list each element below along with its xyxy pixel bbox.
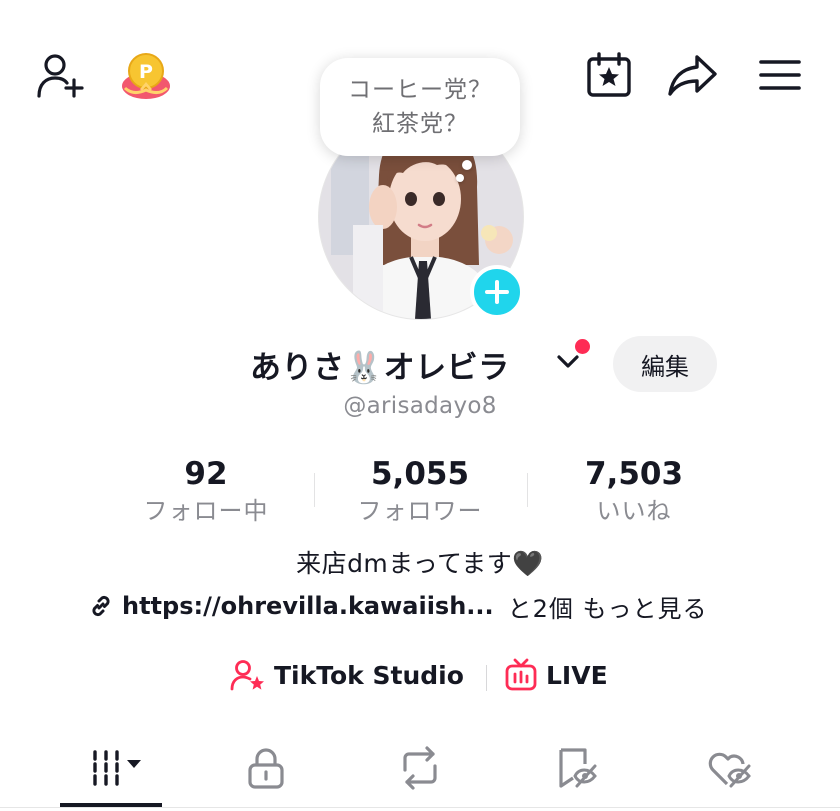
bio-link[interactable]: https://ohrevilla.kawaiish... xyxy=(122,592,494,620)
points-button[interactable]: P xyxy=(118,50,174,102)
tools-divider xyxy=(486,665,487,691)
note-line-2: 紅茶党？ xyxy=(372,111,468,137)
tab-private[interactable] xyxy=(226,738,306,798)
add-avatar-button[interactable] xyxy=(470,265,524,319)
note-line-1: コーヒー党？ xyxy=(348,77,492,103)
chevron-down-icon[interactable] xyxy=(556,352,580,370)
stat-divider xyxy=(314,473,315,507)
points-coin-icon: P xyxy=(122,53,170,99)
followers-count: 5,055 xyxy=(370,456,470,492)
stat-divider xyxy=(527,473,528,507)
likes-label: いいね xyxy=(596,497,672,525)
followers-label: フォロワー xyxy=(357,497,483,525)
tab-bar-divider xyxy=(0,807,840,808)
add-friend-icon xyxy=(37,54,84,98)
plus-icon xyxy=(485,280,509,304)
username-handle: @arisadayo8 xyxy=(343,393,497,419)
creator-tools-row: TikTok Studio LIVE xyxy=(0,654,840,700)
notification-dot xyxy=(575,339,590,354)
see-more-link[interactable]: と2個 もっと見る xyxy=(508,589,708,624)
menu-button[interactable] xyxy=(756,54,804,96)
name-row: ありさ🐰オレビラ 編集 xyxy=(0,336,840,392)
live-button[interactable]: LIVE xyxy=(504,658,608,692)
repost-icon xyxy=(403,746,437,790)
tab-liked[interactable] xyxy=(690,738,770,798)
following-stat[interactable]: 92 フォロー中 xyxy=(126,455,286,529)
svg-text:P: P xyxy=(139,61,153,83)
bio-link-row[interactable]: https://ohrevilla.kawaiish... と2個 もっと見る xyxy=(88,588,708,624)
edit-profile-button[interactable]: 編集 xyxy=(613,336,717,392)
likes-stat[interactable]: 7,503 いいね xyxy=(554,455,714,529)
tab-favorites[interactable] xyxy=(536,738,616,798)
display-name[interactable]: ありさ🐰オレビラ xyxy=(250,342,510,387)
studio-user-star-icon xyxy=(230,660,264,691)
share-icon xyxy=(668,55,717,96)
bubble-tail-dot xyxy=(456,174,464,182)
videos-grid-icon xyxy=(93,750,141,786)
tab-videos[interactable] xyxy=(62,738,162,798)
menu-icon xyxy=(759,60,801,90)
link-icon xyxy=(92,595,110,617)
tiktok-studio-button[interactable]: TikTok Studio xyxy=(230,658,464,692)
profile-page: P コーヒー党？ 紅茶党？ ありさ🐰オレビラ 編集 @arisadayo8 92… xyxy=(0,0,840,811)
share-button[interactable] xyxy=(666,50,720,100)
favorites-icon xyxy=(559,748,597,788)
liked-icon xyxy=(708,752,751,788)
live-label: LIVE xyxy=(546,660,608,690)
tab-reposts[interactable] xyxy=(380,738,460,798)
lock-icon xyxy=(248,748,284,789)
calendar-star-icon xyxy=(587,52,631,97)
following-label: フォロー中 xyxy=(143,497,269,525)
likes-count: 7,503 xyxy=(584,456,684,492)
tiktok-studio-label: TikTok Studio xyxy=(274,660,464,690)
bubble-tail-dot xyxy=(462,160,472,170)
add-friend-button[interactable] xyxy=(34,50,88,100)
note-bubble[interactable]: コーヒー党？ 紅茶党？ xyxy=(320,58,520,156)
followers-stat[interactable]: 5,055 フォロワー xyxy=(340,455,500,529)
following-count: 92 xyxy=(184,456,228,492)
calendar-button[interactable] xyxy=(584,50,634,100)
live-tv-icon xyxy=(505,658,537,691)
content-tab-bar xyxy=(0,728,840,808)
bio-text: 来店dmまってます🖤 xyxy=(296,549,544,578)
